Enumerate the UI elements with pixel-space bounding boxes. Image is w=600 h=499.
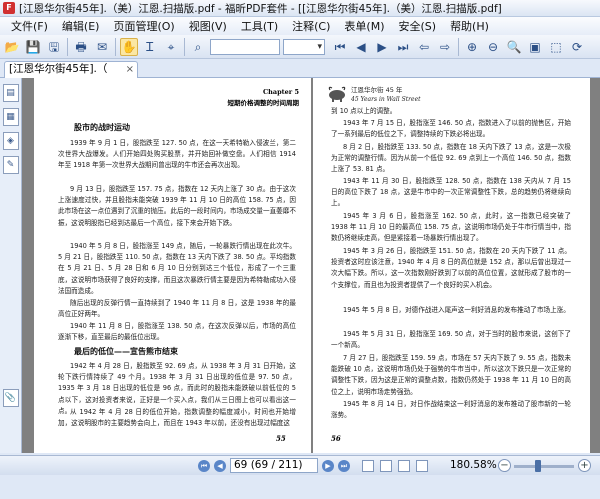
zoom-out-button[interactable]: −	[498, 459, 511, 472]
menu-bar: 文件(F) 编辑(E) 页面管理(O) 视图(V) 工具(T) 注释(C) 表单…	[0, 17, 600, 35]
paragraph: 1943 年 11 月 30 日，股指跌至 128. 50 点，指数在 138 …	[331, 177, 571, 208]
paragraph: 1945 年 8 月 14 日，对日作战结束这一利好消息的发布推动了股市新的一轮…	[331, 400, 571, 420]
running-header-english: 45 Years in Wall Street	[351, 96, 421, 103]
menu-page-management[interactable]: 页面管理(O)	[106, 18, 181, 34]
rotate-icon[interactable]: ⟳	[568, 38, 586, 56]
paragraph: 1945 年 3 月 26 日，股指跌至 151. 50 点，指数在 20 天内…	[331, 247, 571, 289]
chapter-heading: Chapter 5	[262, 88, 299, 96]
menu-help[interactable]: 帮助(H)	[443, 18, 496, 34]
continuous-view-icon[interactable]	[380, 460, 392, 472]
chapter-subtitle: 短期价格调整的时间周期	[227, 99, 300, 107]
pdf-page-right: 江恩华尔街 45 年 45 Years in Wall Street 到 10 …	[313, 78, 590, 453]
layers-panel-icon[interactable]: ◈	[2, 132, 19, 150]
email-icon[interactable]: ✉	[93, 38, 111, 56]
first-page-button[interactable]: ⏮	[198, 459, 210, 472]
bull-logo-icon	[328, 86, 346, 102]
last-page-icon[interactable]: ⏭	[394, 38, 412, 56]
toolbar-separator	[115, 37, 116, 56]
document-viewer[interactable]: Chapter 5 短期价格调整的时间周期 股市的战时运动 1939 年 9 月…	[22, 78, 600, 453]
previous-page-icon[interactable]: ◀	[352, 38, 370, 56]
main-toolbar: 📂 💾 🖫 🖶 ✉ ✋ Ꮖ ⌖ ⌕ ⏮ ◀ ▶ ⏭ ⇦ ⇨ ⊕ ⊖ 🔍 ▣ ⬚ …	[0, 35, 600, 59]
paragraph: 1945 年 5 月 31 日，股指涨至 169. 50 点，对于当时的股市来说…	[331, 330, 571, 350]
menu-tools[interactable]: 工具(T)	[234, 18, 285, 34]
fit-page-icon[interactable]: ⬚	[547, 38, 565, 56]
app-icon: F	[3, 2, 15, 14]
next-page-button[interactable]: ▶	[322, 459, 334, 472]
toolbar-separator	[458, 37, 459, 56]
document-tab-label: [江恩华尔街45年].（	[9, 63, 108, 75]
page-navigation-strip: ⏮ ◀ 69 (69 / 211) ▶ ⏭ 180.58% − +	[0, 455, 600, 475]
paragraph: 9 月 13 日，股指跌至 157. 75 点，指数在 12 天内上涨了 30 …	[58, 185, 296, 227]
paragraph: 1939 年 9 月 1 日，股指跌至 127. 50 点，在这一天希特勒入侵波…	[58, 139, 296, 170]
status-bar: ⏮ ◀ 69 (69 / 211) ▶ ⏭ 180.58% − +	[0, 453, 600, 499]
navigation-panel: ▤ ▦ ◈ ✎ 📎	[0, 78, 22, 453]
first-page-icon[interactable]: ⏮	[331, 38, 349, 56]
zoom-in-button[interactable]: +	[578, 459, 591, 472]
toolbar-separator	[184, 37, 185, 56]
save-as-icon[interactable]: 🖫	[45, 38, 63, 56]
magnifier-icon[interactable]: 🔍	[505, 38, 523, 56]
page-number: 55	[276, 434, 286, 443]
toolbar-separator	[67, 37, 68, 56]
paragraph: 从 1942 年 4 月 28 日的低位开始，指数调整的幅度减小，时间也开始增加…	[58, 408, 296, 428]
save-icon[interactable]: 💾	[24, 38, 42, 56]
paragraph: 8 月 2 日，股指跌至 133. 50 点，指数在 18 天内下跌了 13 点…	[331, 143, 571, 174]
forward-arrow-icon[interactable]: ⇨	[436, 38, 454, 56]
facing-view-icon[interactable]	[398, 460, 410, 472]
next-page-icon[interactable]: ▶	[373, 38, 391, 56]
paragraph: 到 10 点以上的调整。	[331, 107, 397, 115]
paragraph: 7 月 27 日，股指跌至 159. 59 点，市场在 57 天内下跌了 9. …	[331, 354, 571, 396]
close-tab-icon[interactable]: ×	[126, 62, 134, 77]
binoculars-search-icon[interactable]: ⌕	[189, 38, 207, 56]
pdf-page-left: Chapter 5 短期价格调整的时间周期 股市的战时运动 1939 年 9 月…	[34, 78, 311, 453]
menu-file[interactable]: 文件(F)	[4, 18, 55, 34]
paragraph: 1943 年 7 月 15 日，股指涨至 146. 50 点，指数进入了以前的抛…	[331, 119, 571, 139]
page-number: 56	[331, 434, 341, 443]
running-header-title: 江恩华尔街 45 年	[351, 86, 403, 94]
menu-view[interactable]: 视图(V)	[182, 18, 234, 34]
zoom-slider-thumb[interactable]	[535, 460, 541, 472]
menu-forms[interactable]: 表单(M)	[337, 18, 391, 34]
last-page-button[interactable]: ⏭	[338, 459, 350, 472]
actual-size-icon[interactable]: ▣	[526, 38, 544, 56]
menu-edit[interactable]: 编辑(E)	[55, 18, 107, 34]
previous-page-button[interactable]: ◀	[214, 459, 226, 472]
snapshot-icon[interactable]: ⌖	[162, 38, 180, 56]
zoom-out-icon[interactable]: ⊖	[484, 38, 502, 56]
comments-panel-icon[interactable]: ✎	[2, 156, 19, 174]
bookmarks-panel-icon[interactable]: ▦	[2, 108, 19, 126]
zoom-in-icon[interactable]: ⊕	[463, 38, 481, 56]
running-header: 江恩华尔街 45 年 45 Years in Wall Street	[351, 86, 421, 104]
pages-panel-icon[interactable]: ▤	[2, 84, 19, 102]
menu-security[interactable]: 安全(S)	[391, 18, 443, 34]
zoom-slider-track[interactable]	[514, 465, 574, 468]
attachments-panel-icon[interactable]: 📎	[2, 389, 19, 407]
search-options-select[interactable]	[283, 38, 325, 55]
search-input[interactable]	[210, 38, 280, 55]
paragraph: 1940 年 5 月 8 日，股指涨至 149 点，随后，一轮暴跌行情出现在此次…	[58, 242, 296, 295]
zoom-level: 180.58%	[450, 459, 497, 471]
paragraph: 1945 年 3 月 6 日，股指涨至 162. 50 点，此时，这一指数已经突…	[331, 212, 571, 243]
back-arrow-icon[interactable]: ⇦	[415, 38, 433, 56]
open-folder-icon[interactable]: 📂	[3, 38, 21, 56]
paragraph: 随后出现的反弹行情一直持续到了 1940 年 11 月 8 日，这是 1938 …	[58, 299, 296, 319]
title-bar: F [江恩华尔街45年].（美）江恩.扫描版.pdf - 福昕PDF套件 - […	[0, 0, 600, 17]
document-tab[interactable]: [江恩华尔街45年].（ ×	[4, 61, 138, 78]
hand-tool-icon[interactable]: ✋	[120, 37, 138, 56]
section-heading: 最后的低位——宣告熊市结束	[74, 347, 178, 356]
single-page-view-icon[interactable]	[362, 460, 374, 472]
paragraph: 1940 年 11 月 8 日，股指涨至 138. 50 点，在这次反弹以后，市…	[58, 322, 296, 342]
select-text-icon[interactable]: Ꮖ	[141, 38, 159, 56]
window-title: [江恩华尔街45年].（美）江恩.扫描版.pdf - 福昕PDF套件 - [[江…	[19, 2, 502, 15]
page-number-field[interactable]: 69 (69 / 211)	[230, 458, 318, 473]
section-heading: 股市的战时运动	[74, 123, 130, 132]
document-tab-bar: [江恩华尔街45年].（ ×	[0, 59, 600, 78]
paragraph: 1945 年 5 月 8 日，对德作战进入尾声这一利好消息的发布推动了市场上涨。	[343, 306, 570, 314]
menu-comments[interactable]: 注释(C)	[285, 18, 337, 34]
continuous-facing-view-icon[interactable]	[416, 460, 428, 472]
print-icon[interactable]: 🖶	[72, 38, 90, 56]
